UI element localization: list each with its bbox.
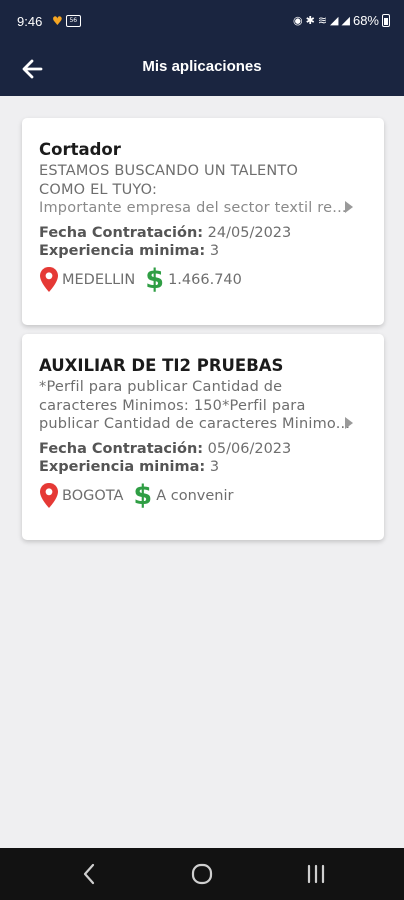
job-title: Cortador: [39, 140, 121, 159]
job-salary: A convenir: [156, 487, 234, 504]
chevron-right-icon: [345, 417, 353, 429]
wifi-icon: ≋: [317, 13, 328, 27]
map-pin-icon: [40, 267, 58, 292]
job-description: ESTAMOS BUSCANDO UN TALENTO COMO EL TUYO…: [39, 163, 347, 216]
job-title: AUXILIAR DE TI2 PRUEBAS: [39, 356, 284, 375]
status-bar: 9:46 ♥ 56 ◉ ✱ ≋ ◢ ◢ 68%: [0, 0, 404, 44]
status-time: 9:46: [17, 14, 43, 29]
page-title: Mis aplicaciones: [142, 58, 262, 75]
job-card[interactable]: AUXILIAR DE TI2 PRUEBAS *Perfil para pub…: [22, 334, 384, 540]
min-experience: Experiencia minima: 3: [39, 243, 220, 259]
notification-badge-icon: 56: [65, 15, 81, 27]
job-location: MEDELLIN: [62, 271, 136, 288]
nav-home-button[interactable]: [187, 861, 217, 887]
chevron-right-icon: [345, 201, 353, 213]
app-bar: Mis aplicaciones: [0, 44, 404, 96]
job-location: BOGOTA: [62, 487, 124, 504]
system-nav-bar: [0, 848, 404, 900]
dollar-icon: $: [145, 263, 165, 295]
signal-icon: ◢: [330, 13, 339, 27]
signal-icon-2: ◢: [341, 13, 350, 27]
nav-back-button[interactable]: [75, 861, 105, 887]
home-circle-icon: [191, 863, 213, 885]
dollar-icon: $: [133, 479, 153, 511]
recent-apps-icon: [307, 864, 325, 884]
bluetooth-icon: ✱: [305, 13, 315, 27]
job-description: *Perfil para publicar Cantidad de caract…: [39, 379, 351, 432]
heart-notification-icon: ♥: [52, 14, 63, 28]
hire-date: Fecha Contratación: 05/06/2023: [39, 440, 292, 457]
hire-date: Fecha Contratación: 24/05/2023: [39, 224, 292, 241]
job-salary: 1.466.740: [168, 271, 242, 288]
alarm-icon: ◉: [292, 13, 303, 27]
battery-icon: [382, 14, 390, 27]
map-pin-icon: [40, 483, 58, 508]
battery-percent: 68%: [352, 13, 379, 28]
job-card[interactable]: Cortador ESTAMOS BUSCANDO UN TALENTO COM…: [22, 118, 384, 325]
nav-recent-apps-button[interactable]: [301, 861, 331, 887]
job-application-list: Cortador ESTAMOS BUSCANDO UN TALENTO COM…: [22, 118, 384, 549]
chevron-left-icon: [83, 863, 95, 885]
min-experience: Experiencia minima: 3: [39, 459, 220, 475]
